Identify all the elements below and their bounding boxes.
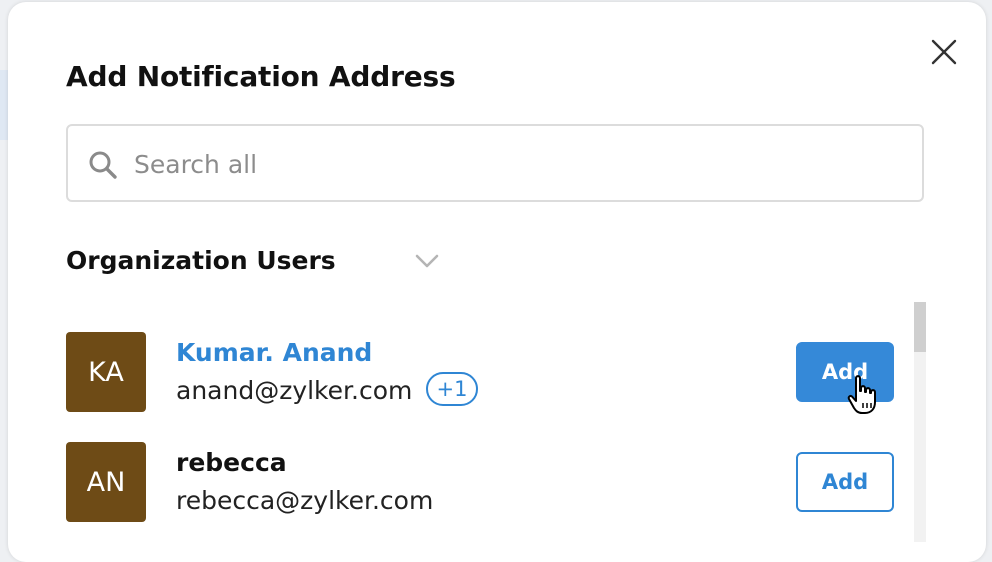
add-user-button[interactable]: Add <box>796 452 894 512</box>
avatar: AN <box>66 442 146 522</box>
list-scrollbar-thumb[interactable] <box>914 302 926 352</box>
extra-email-badge[interactable]: +1 <box>426 372 478 406</box>
add-notification-address-dialog: Add Notification Address Organization Us… <box>8 2 986 562</box>
search-box[interactable] <box>66 124 924 202</box>
search-input[interactable] <box>132 142 896 186</box>
user-list-item: AN rebecca rebecca@zylker.com Add <box>66 442 896 524</box>
user-email: anand@zylker.com <box>176 376 413 405</box>
user-list-item: KA Kumar. Anand anand@zylker.com +1 Add <box>66 332 896 414</box>
user-email: rebecca@zylker.com <box>176 486 434 515</box>
user-name: rebecca <box>176 448 287 477</box>
background-page-strip <box>0 70 8 140</box>
dialog-title: Add Notification Address <box>66 60 456 93</box>
close-icon[interactable] <box>924 32 964 72</box>
chevron-down-icon <box>415 254 439 268</box>
section-title: Organization Users <box>66 246 336 275</box>
add-user-button[interactable]: Add <box>796 342 894 402</box>
close-button[interactable] <box>924 32 964 72</box>
user-name[interactable]: Kumar. Anand <box>176 338 372 367</box>
search-icon <box>89 151 117 179</box>
avatar: KA <box>66 332 146 412</box>
organization-users-toggle[interactable]: Organization Users <box>66 242 456 284</box>
